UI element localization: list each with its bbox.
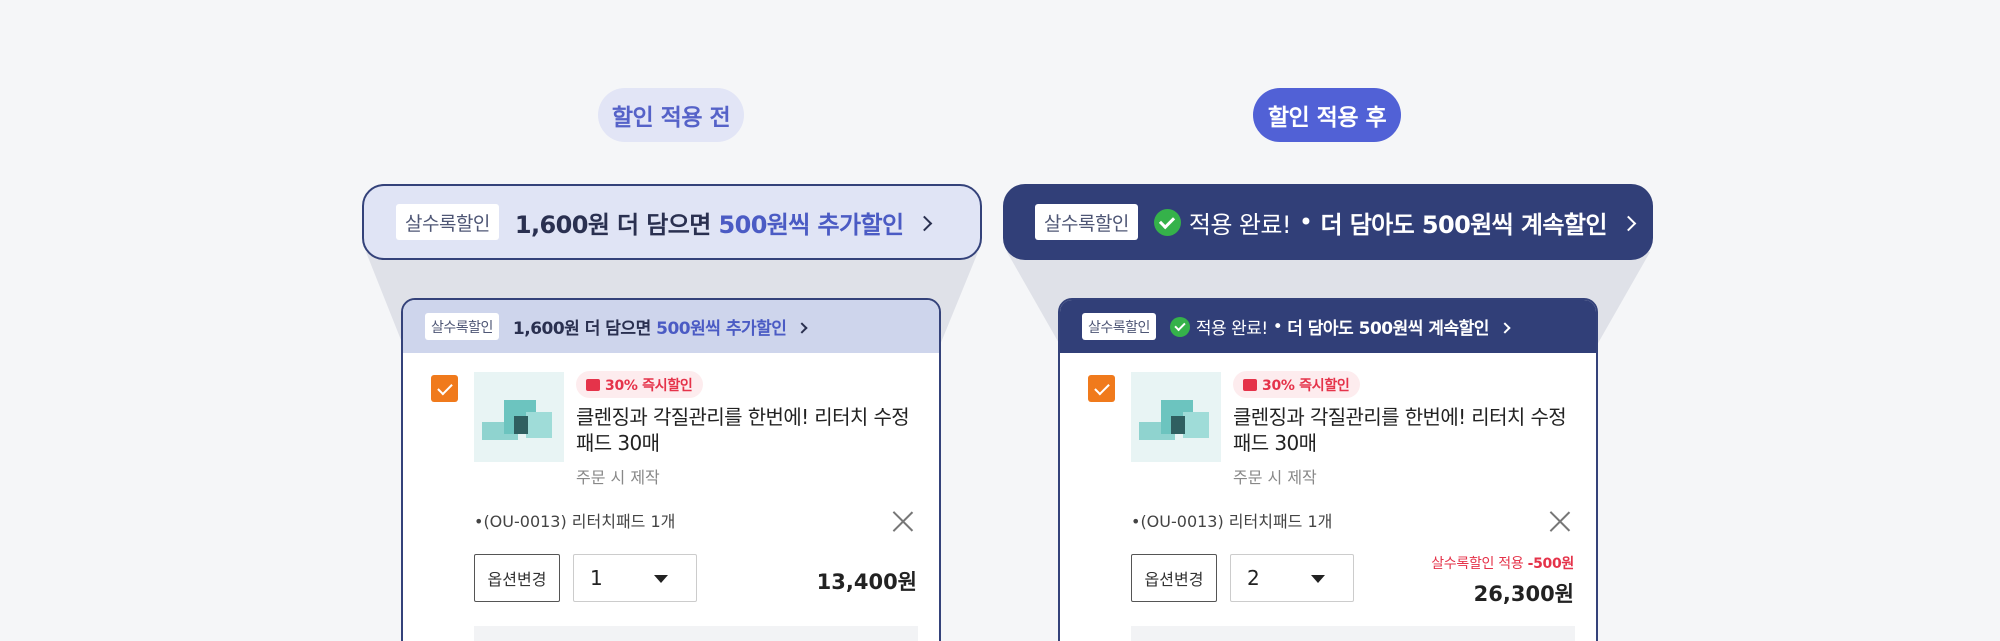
item-price: 13,400원 — [816, 570, 917, 594]
discount-tag: 살수록할인 — [396, 204, 499, 240]
item-checkbox[interactable] — [431, 375, 458, 402]
product-name[interactable]: 클렌징과 각질관리를 한번에! 리터치 수정패드 30매 — [1233, 404, 1583, 456]
caret-down-icon — [654, 575, 668, 583]
product-thumbnail[interactable] — [474, 372, 564, 462]
zoom-funnel-decoration — [366, 252, 1650, 345]
applied-text: 적용 완료! — [1195, 319, 1268, 339]
discount-banner-after[interactable]: 살수록할인 적용 완료! • 더 담아도 500원씩 계속할인 — [1003, 184, 1653, 260]
discount-tag: 살수록할인 — [1035, 204, 1138, 240]
item-checkbox[interactable] — [1088, 375, 1115, 402]
check-circle-icon — [1153, 208, 1181, 236]
cart-item-card-before: 살수록할인 1,600원 더 담으면 500원씩 추가할인 30% 즉시할인 클… — [401, 298, 941, 641]
quantity-select[interactable]: 2 — [1230, 554, 1354, 602]
discount-tag: 살수록할인 — [1082, 313, 1156, 340]
banner-highlight: 500원씩 추가할인 — [656, 319, 787, 339]
banner-text: 더 담아도 500원씩 계속할인 — [1320, 210, 1607, 239]
gift-icon — [586, 378, 600, 391]
item-price: 26,300원 — [1473, 582, 1574, 606]
selected-option: •(OU-0013) 리터치패드 1개 — [1131, 512, 1333, 531]
banner-text: 더 담아도 500원씩 계속할인 — [1287, 319, 1489, 339]
selected-option: •(OU-0013) 리터치패드 1개 — [474, 512, 676, 531]
applied-discount-note: 살수록할인 적용 -500원 — [1431, 556, 1574, 572]
remove-option-button[interactable] — [892, 510, 914, 532]
instant-discount-badge: 30% 즉시할인 — [576, 371, 703, 398]
option-change-button[interactable]: 옵션변경 — [1131, 554, 1217, 602]
caret-down-icon — [1311, 575, 1325, 583]
made-to-order-note: 주문 시 제작 — [576, 468, 660, 487]
gift-icon — [1243, 378, 1257, 391]
card-footer-area — [474, 626, 918, 641]
card-discount-banner[interactable]: 살수록할인 적용 완료! • 더 담아도 500원씩 계속할인 — [1060, 300, 1596, 353]
cart-item-card-after: 살수록할인 적용 완료! • 더 담아도 500원씩 계속할인 30% 즉시할인… — [1058, 298, 1598, 641]
option-change-button[interactable]: 옵션변경 — [474, 554, 560, 602]
separator-dot: • — [1272, 316, 1283, 337]
chevron-right-icon — [1620, 215, 1637, 231]
applied-text: 적용 완료! — [1188, 210, 1292, 239]
check-circle-icon — [1169, 316, 1190, 337]
chevron-right-icon — [1499, 321, 1511, 334]
chevron-right-icon — [917, 215, 933, 231]
product-thumbnail[interactable] — [1131, 372, 1221, 462]
instant-discount-badge: 30% 즉시할인 — [1233, 371, 1360, 398]
card-discount-banner[interactable]: 살수록할인 1,600원 더 담으면 500원씩 추가할인 — [403, 300, 939, 353]
banner-highlight: 500원씩 추가할인 — [718, 210, 905, 239]
made-to-order-note: 주문 시 제작 — [1233, 468, 1317, 487]
product-name[interactable]: 클렌징과 각질관리를 한번에! 리터치 수정패드 30매 — [576, 404, 926, 456]
quantity-select[interactable]: 1 — [573, 554, 697, 602]
chevron-right-icon — [796, 321, 809, 334]
discount-banner-before[interactable]: 살수록할인 1,600원 더 담으면 500원씩 추가할인 — [362, 184, 982, 260]
remove-option-button[interactable] — [1549, 510, 1571, 532]
banner-text: 1,600원 더 담으면 — [514, 210, 719, 239]
discount-tag: 살수록할인 — [425, 313, 499, 340]
card-footer-area — [1131, 626, 1575, 641]
separator-dot: • — [1298, 208, 1313, 236]
banner-text: 1,600원 더 담으면 — [512, 319, 657, 339]
